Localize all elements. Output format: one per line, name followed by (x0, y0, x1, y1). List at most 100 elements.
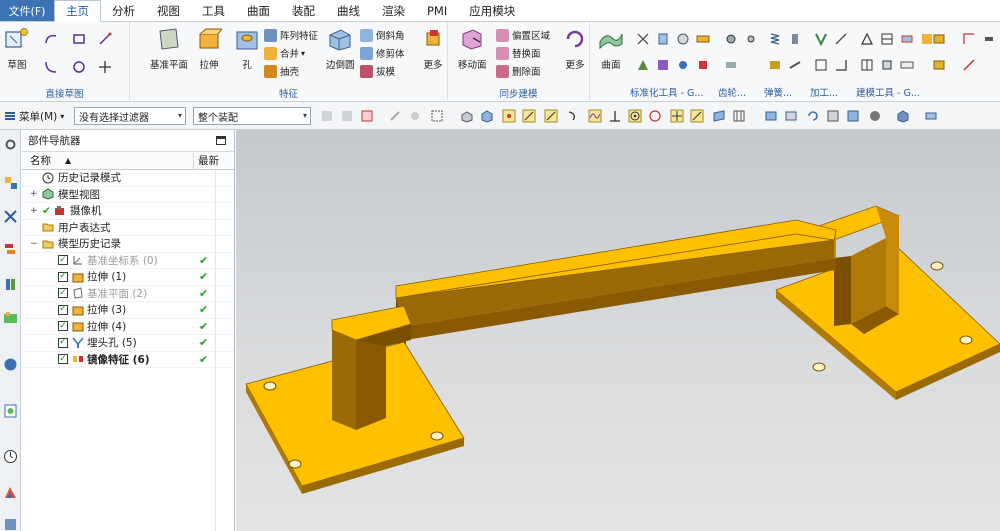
tab-view[interactable]: 视图 (146, 0, 191, 21)
unite-dropdown-icon[interactable]: ▾ (301, 49, 305, 58)
feature-checkbox[interactable]: ✓ (58, 255, 68, 266)
tab-render[interactable]: 渲染 (371, 0, 416, 21)
render-style-icon[interactable] (868, 109, 882, 123)
shell-button[interactable]: 抽壳 (264, 63, 299, 79)
datum-plane-button[interactable]: 基准平面 (150, 26, 188, 71)
rectangle-icon[interactable] (72, 32, 86, 46)
spring-3-icon[interactable] (768, 58, 782, 72)
offset-region-button[interactable]: 偏置区域 (496, 27, 550, 43)
extrude-button[interactable]: 拉伸 (196, 26, 222, 71)
chamfer-button[interactable]: 倒斜角 (360, 27, 405, 43)
move-face-button[interactable]: 移动面 (458, 26, 487, 71)
gold-block-2-icon[interactable] (932, 58, 946, 72)
std-part-icon-7[interactable] (676, 58, 690, 72)
select-icon-3[interactable] (360, 109, 374, 123)
tree-row-datum-csys[interactable]: ✓ 基准坐标系 (0) ✔ (22, 253, 234, 269)
feature-checkbox[interactable]: ✓ (58, 321, 68, 332)
snap-perpendicular-icon[interactable] (608, 109, 622, 123)
std-part-icon-3[interactable] (676, 32, 690, 46)
sort-ascending-icon[interactable]: ▲ (65, 156, 71, 165)
tree-row-extrude-3[interactable]: ✓ 拉伸 (3) ✔ (22, 302, 234, 319)
pattern-feature-button[interactable]: 阵列特征 (264, 27, 318, 43)
snap-face-icon[interactable] (712, 109, 726, 123)
spring-tools-label[interactable]: 弹簧... (764, 84, 792, 100)
view-pan-icon[interactable] (826, 109, 840, 123)
tab-surface[interactable]: 曲面 (236, 0, 281, 21)
std-tools-label[interactable]: 标准化工具 - G... (630, 84, 703, 100)
snap-curve-icon[interactable] (566, 109, 580, 123)
settings-icon[interactable] (3, 136, 18, 153)
snap-center-icon[interactable] (628, 109, 642, 123)
machining-icon[interactable] (814, 32, 828, 46)
rectangle-select-icon[interactable] (430, 109, 444, 123)
dimension-3-icon[interactable] (982, 32, 996, 46)
hd3d-tools-icon[interactable] (3, 310, 18, 327)
expand-icon[interactable]: + (30, 206, 38, 216)
snap-diagonal-icon[interactable] (690, 109, 704, 123)
role-icon[interactable] (3, 484, 18, 501)
file-menu[interactable]: 文件(F) (0, 0, 54, 21)
delete-face-button[interactable]: 删除面 (496, 63, 541, 79)
fillet-curve-icon[interactable] (44, 60, 58, 74)
std-part-icon-1[interactable] (636, 32, 650, 46)
reuse-library-icon[interactable] (3, 276, 18, 293)
handle-model[interactable] (236, 130, 1000, 531)
tree-row-user-expressions[interactable]: 用户表达式 (22, 220, 234, 236)
feature-checkbox[interactable]: ✓ (58, 304, 68, 315)
tab-curve[interactable]: 曲线 (326, 0, 371, 21)
tolerance-icon[interactable] (900, 58, 914, 72)
tree-row-model-history[interactable]: − 模型历史记录 (22, 236, 234, 253)
spring-2-icon[interactable] (788, 32, 802, 46)
table-tool-icon[interactable] (880, 32, 894, 46)
draft-button[interactable]: 拔模 (360, 63, 395, 79)
expand-icon[interactable]: + (30, 189, 38, 199)
grid-tool-icon[interactable] (860, 58, 874, 72)
constraint-navigator-icon[interactable] (3, 208, 18, 225)
select-icon-1[interactable] (320, 109, 334, 123)
sketch-button[interactable]: 草图 (4, 26, 30, 71)
web-browser-icon[interactable] (3, 356, 18, 373)
tab-pmi[interactable]: PMI (416, 0, 458, 21)
history-icon[interactable] (3, 402, 18, 419)
cube-select-icon[interactable] (480, 109, 494, 123)
feature-checkbox[interactable]: ✓ (58, 337, 68, 348)
column-latest-header[interactable]: 最新 (194, 152, 219, 169)
snap-circle-icon[interactable] (648, 109, 662, 123)
std-part-icon-2[interactable] (656, 32, 670, 46)
visibility-icon[interactable] (924, 109, 938, 123)
gold-block-icon[interactable] (932, 32, 946, 46)
filter-select[interactable]: 没有选择过滤器 ▾ (74, 107, 186, 125)
surface-button[interactable]: 曲面 (598, 26, 624, 71)
std-part-icon-5[interactable] (636, 58, 650, 72)
spring-icon[interactable] (768, 32, 782, 46)
handle-bar[interactable] (395, 219, 837, 370)
assembly-scope-select[interactable]: 整个装配 ▾ (193, 107, 311, 125)
arc-icon[interactable] (44, 32, 58, 46)
tree-row-mirror-6[interactable]: ✓ 镜像特征 (6) ✔ (22, 352, 234, 368)
machining-tools-label[interactable]: 加工... (810, 84, 838, 100)
menu-button[interactable]: 菜单(M) ▾ (4, 108, 64, 124)
tab-applications[interactable]: 应用模块 (458, 0, 526, 21)
std-part-icon-8[interactable] (696, 58, 710, 72)
unite-button[interactable]: 合并 ▾ (264, 45, 305, 61)
tree-row-extrude-1[interactable]: ✓ 拉伸 (1) ✔ (22, 269, 234, 286)
line-icon[interactable] (98, 32, 112, 46)
feature-more-button[interactable]: 更多 (420, 26, 446, 71)
select-icon-5[interactable] (408, 109, 422, 123)
feature-checkbox[interactable]: ✓ (58, 354, 68, 365)
feature-checkbox[interactable]: ✓ (58, 288, 68, 299)
gear-tools-label[interactable]: 齿轮... (718, 84, 746, 100)
select-icon-4[interactable] (388, 109, 402, 123)
maximize-icon[interactable] (216, 136, 226, 145)
tab-analysis[interactable]: 分析 (101, 0, 146, 21)
dimension-icon[interactable] (962, 32, 976, 46)
edge-blend-button[interactable]: 边倒圆 (326, 26, 355, 71)
point-icon[interactable] (98, 60, 112, 74)
view-zoom-icon[interactable] (784, 109, 798, 123)
tree-row-history-mode[interactable]: 历史记录模式 (22, 170, 234, 187)
hole-button[interactable]: 孔 (234, 26, 260, 71)
feature-checkbox[interactable]: ✓ (58, 271, 68, 282)
column-name-header[interactable]: 名称 ▲ (22, 152, 194, 169)
measure-icon[interactable] (900, 32, 914, 46)
tree-row-model-views[interactable]: + 模型视图 (22, 187, 234, 203)
